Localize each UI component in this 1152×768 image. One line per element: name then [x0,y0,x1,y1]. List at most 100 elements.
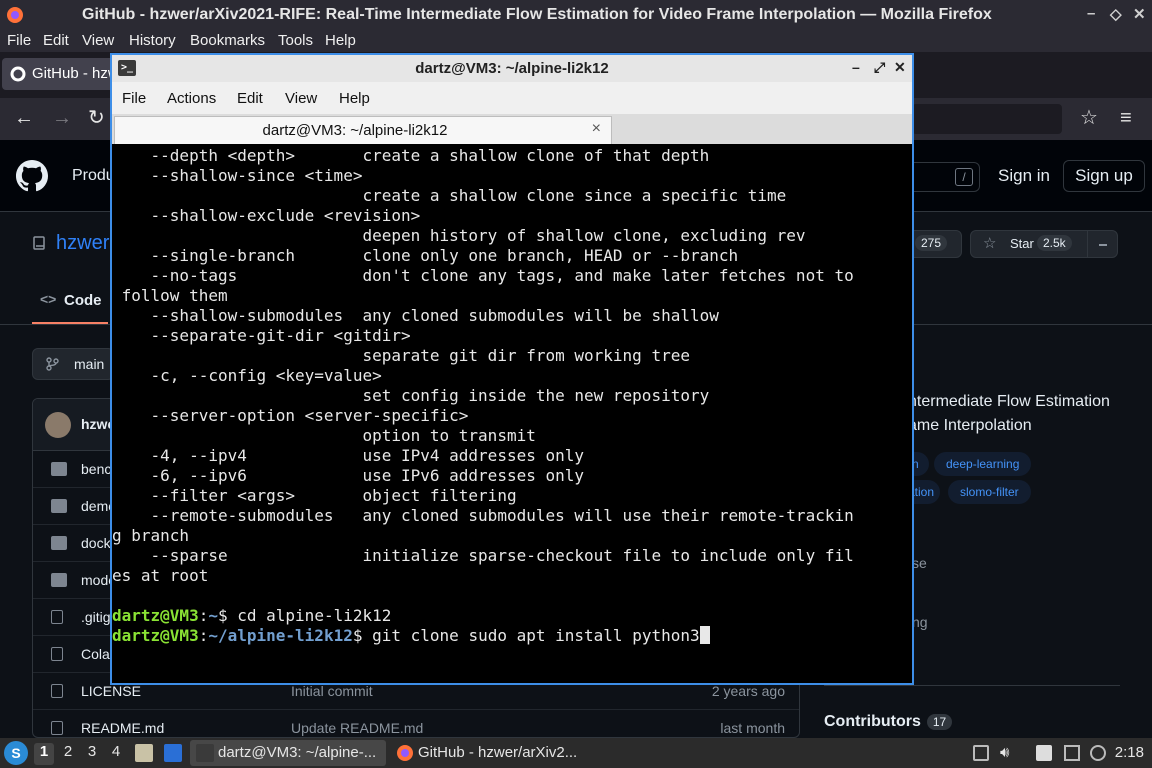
prompt-user: dartz@VM3 [112,626,199,645]
terminal-titlebar[interactable]: >_ dartz@VM3: ~/alpine-li2k12 – ⤢ ✕ [112,55,912,82]
contributors-heading[interactable]: Contributors 17 [824,713,953,731]
terminal-icon [196,744,214,762]
terminal-menubar: File Actions Edit View Help [112,82,912,114]
file-icon [51,684,63,698]
prompt-line-current: dartz@VM3:~/alpine-li2k12$ git clone sud… [112,626,912,646]
file-manager-icon[interactable] [135,744,153,762]
about-divider [824,685,1120,686]
back-icon[interactable]: ← [14,108,34,128]
minimize-icon[interactable]: – [1087,5,1095,22]
terminal-line: --separate-git-dir <gitdir> [112,326,411,345]
menu-file[interactable]: File [7,32,31,49]
workspace-4[interactable]: 4 [106,743,126,765]
task-terminal[interactable]: dartz@VM3: ~/alpine-... [190,740,386,766]
menu-tools[interactable]: Tools [278,32,313,49]
terminal-tab[interactable]: dartz@VM3: ~/alpine-li2k12 × [114,116,612,144]
file-icon [51,647,63,661]
app-menu-icon[interactable]: ≡ [1120,108,1132,128]
url-bar[interactable] [912,104,1062,134]
menu-bookmarks[interactable]: Bookmarks [190,32,265,49]
repo-description: ntermediate Flow Estimation ame Interpol… [908,390,1148,438]
repo-owner-link[interactable]: hzwer [56,232,109,255]
topic-tag[interactable]: deep-learning [934,452,1032,476]
folder-icon [51,536,67,550]
commit-message[interactable]: Update README.md [291,720,423,736]
repo-description-line: ame Interpolation [908,417,1032,434]
menu-history[interactable]: History [129,32,176,49]
file-name[interactable]: README.md [81,720,164,736]
workspace-1[interactable]: 1 [34,743,54,765]
terminal-window-title: dartz@VM3: ~/alpine-li2k12 [415,60,609,77]
folder-icon [51,462,67,476]
minimize-icon[interactable]: – [852,59,860,75]
network-icon[interactable] [1064,745,1080,761]
menu-actions[interactable]: Actions [167,90,216,107]
workspace-2[interactable]: 2 [58,743,78,765]
terminal-output[interactable]: --depth <depth> create a shallow clone o… [112,144,912,683]
file-name[interactable]: LICENSE [81,683,141,699]
file-name[interactable]: benc [81,461,111,477]
menu-file[interactable]: File [122,90,146,107]
terminal-line: --no-tags don't clone any tags, and make… [112,266,854,285]
menu-help[interactable]: Help [325,32,356,49]
topic-tag[interactable]: slomo-filter [948,480,1031,504]
menu-help[interactable]: Help [339,90,370,107]
close-tab-icon[interactable]: × [592,120,601,138]
notification-icon[interactable] [1090,745,1106,761]
task-firefox-label: GitHub - hzwer/arXiv2... [418,744,578,761]
firefox-icon [7,7,23,23]
file-name[interactable]: Cola [81,646,110,662]
start-menu-icon[interactable]: S [4,741,28,765]
commit-message[interactable]: Initial commit [291,683,373,699]
terminal-tabbar: dartz@VM3: ~/alpine-li2k12 × [112,114,912,144]
browser-tab-label: GitHub - hzw [32,65,119,82]
prompt-path: ~/alpine-li2k12 [208,626,353,645]
file-name[interactable]: .gitig [81,609,111,625]
menu-view[interactable]: View [285,90,317,107]
terminal-line: --shallow-since <time> [112,166,363,185]
forward-icon[interactable]: → [52,108,72,128]
terminal-line: set config inside the new repository [112,386,710,405]
maximize-icon[interactable]: ◇ [1110,5,1122,23]
terminal-line: follow them [112,286,228,305]
workspace-3[interactable]: 3 [82,743,102,765]
branch-name: main [74,356,105,372]
terminal-line: --shallow-submodules any cloned submodul… [112,306,719,325]
menu-view[interactable]: View [82,32,114,49]
branch-selector[interactable]: main [32,348,114,380]
menu-edit[interactable]: Edit [43,32,69,49]
desktop: Produ / Sign in Sign up hzwer 275 ☆ Star… [0,0,1152,768]
terminal-tab-label: dartz@VM3: ~/alpine-li2k12 [262,122,448,139]
show-desktop-icon[interactable] [164,744,182,762]
close-icon[interactable]: ✕ [894,59,906,76]
about-link-partial[interactable]: se [912,555,927,571]
tab-code-label: Code [64,292,102,309]
tab-code[interactable]: <> Code [32,288,108,324]
notes-icon[interactable] [1036,745,1052,761]
volume-icon[interactable]: 🔊︎ [1000,745,1016,761]
nav-product[interactable]: Produ [72,167,115,185]
menu-edit[interactable]: Edit [237,90,263,107]
task-firefox[interactable]: GitHub - hzwer/arXiv2... [390,740,590,766]
file-name[interactable]: dock [81,535,111,551]
file-row[interactable]: README.md Update README.md last month [33,710,799,737]
prompt-user: dartz@VM3 [112,606,199,625]
clipboard-icon[interactable] [973,745,989,761]
reload-icon[interactable]: ↻ [88,108,105,128]
task-terminal-label: dartz@VM3: ~/alpine-... [218,744,377,761]
bookmark-star-icon[interactable]: ☆ [1080,108,1098,128]
browser-tab-github[interactable]: GitHub - hzw [2,58,120,90]
github-logo-icon[interactable] [16,160,48,192]
avatar[interactable] [45,412,71,438]
contributors-count: 17 [926,714,953,730]
prompt-path: ~ [208,606,218,625]
terminal-line: --shallow-exclude <revision> [112,206,421,225]
about-link-partial[interactable]: ng [912,614,928,630]
close-icon[interactable]: ✕ [1133,5,1146,23]
file-icon [51,610,63,624]
text-cursor [699,626,710,644]
maximize-icon[interactable]: ⤢ [874,59,885,76]
prompt-symbol: $ [217,606,238,625]
terminal-line: --filter <args> object filtering [112,486,517,505]
